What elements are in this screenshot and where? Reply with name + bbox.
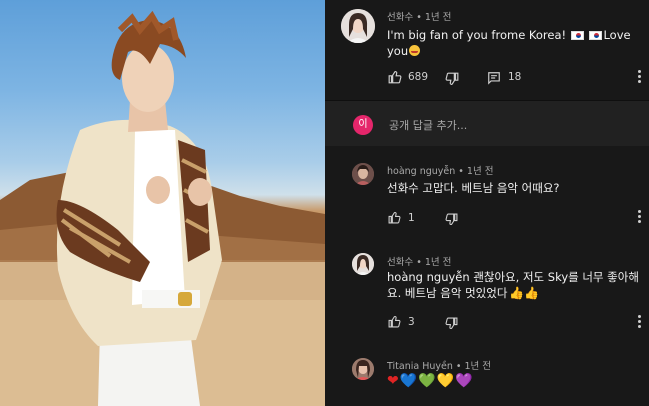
reply-time: 1년 전: [464, 361, 492, 372]
like-count: 3: [408, 316, 415, 328]
user-avatar: 이: [353, 115, 373, 135]
reply-author-line: 선화수 • 1년 전: [387, 257, 452, 268]
reply-author[interactable]: hoàng nguyễn: [387, 166, 455, 177]
avatar-picture: [341, 9, 375, 43]
comment-text: I'm big fan of you frome Korea! Love you: [387, 27, 637, 59]
comment-text-part1: I'm big fan of you frome Korea!: [387, 28, 570, 42]
avatar-picture: [352, 253, 374, 275]
thumbs-up-icon[interactable]: [388, 211, 401, 224]
comment-author-line: 선화수 • 1년 전: [387, 12, 452, 23]
like-count: 1: [408, 212, 415, 224]
add-reply-input[interactable]: 공개 답글 추가...: [389, 117, 467, 133]
more-vert-icon[interactable]: [638, 70, 642, 84]
thumbs-up-icon[interactable]: [388, 315, 401, 328]
reply-text: 선화수 고맙다. 베트남 음악 어때요?: [387, 181, 560, 195]
reply-time: 1년 전: [466, 166, 494, 177]
avatar[interactable]: [352, 358, 374, 380]
reply-time: 1년 전: [424, 257, 452, 268]
photo-illustration: [0, 10, 325, 406]
reply-author-line: hoàng nguyễn • 1년 전: [387, 166, 494, 177]
avatar[interactable]: [352, 163, 374, 185]
yellow-heart-icon: 💛: [436, 373, 455, 389]
more-vert-icon[interactable]: [638, 210, 642, 224]
add-reply-box[interactable]: 이 공개 답글 추가...: [325, 101, 649, 146]
reply-author[interactable]: Titania Huyền: [387, 361, 453, 372]
like-count: 689: [408, 71, 429, 83]
thumbs-down-icon[interactable]: [445, 317, 458, 330]
comment-text-part2: Love: [603, 28, 631, 42]
music-video-photo: [0, 0, 325, 406]
green-heart-icon: 💚: [418, 373, 436, 389]
reply-text: hoàng nguyễn 괜찮아요, 저도 Sky를 너무 좋아해 요. 베트남…: [387, 269, 642, 301]
more-vert-icon[interactable]: [638, 315, 642, 329]
smiling-face-icon: [409, 45, 421, 56]
reply-author-line: Titania Huyền • 1년 전: [387, 361, 492, 372]
reply-author[interactable]: 선화수: [387, 257, 413, 268]
comment-time: 1년 전: [424, 12, 452, 23]
reply-text-line1: hoàng nguyễn 괜찮아요, 저도 Sky를 너무 좋아해: [387, 270, 639, 284]
avatar[interactable]: [341, 9, 375, 43]
reply-text: ❤💙💚💛💜: [387, 373, 473, 389]
top-comment: 선화수 • 1년 전 I'm big fan of you frome Korea!…: [325, 0, 649, 100]
reply-text-line2: 요. 베트남 음악 멋있었다: [387, 286, 508, 300]
purple-heart-icon: 💜: [455, 373, 473, 389]
comment-author[interactable]: 선화수: [387, 12, 413, 23]
thumbs-up-emoji-icon: 👍👍: [509, 286, 540, 300]
thumbs-up-icon[interactable]: [388, 70, 402, 84]
avatar[interactable]: [352, 253, 374, 275]
comments-panel: 선화수 • 1년 전 I'm big fan of you frome Korea!…: [325, 0, 649, 406]
comment-icon[interactable]: [487, 71, 501, 85]
avatar-picture: [352, 358, 374, 380]
comment-text-part3: you: [387, 44, 409, 58]
avatar-picture: [352, 163, 374, 185]
korea-flag-icon: [570, 31, 584, 40]
thumbs-down-icon[interactable]: [445, 213, 458, 226]
korea-flag-icon: [589, 31, 603, 40]
reply-count: 18: [508, 71, 522, 83]
red-heart-icon: ❤: [387, 373, 399, 389]
thumbs-down-icon[interactable]: [445, 72, 459, 86]
blue-heart-icon: 💙: [399, 373, 418, 389]
